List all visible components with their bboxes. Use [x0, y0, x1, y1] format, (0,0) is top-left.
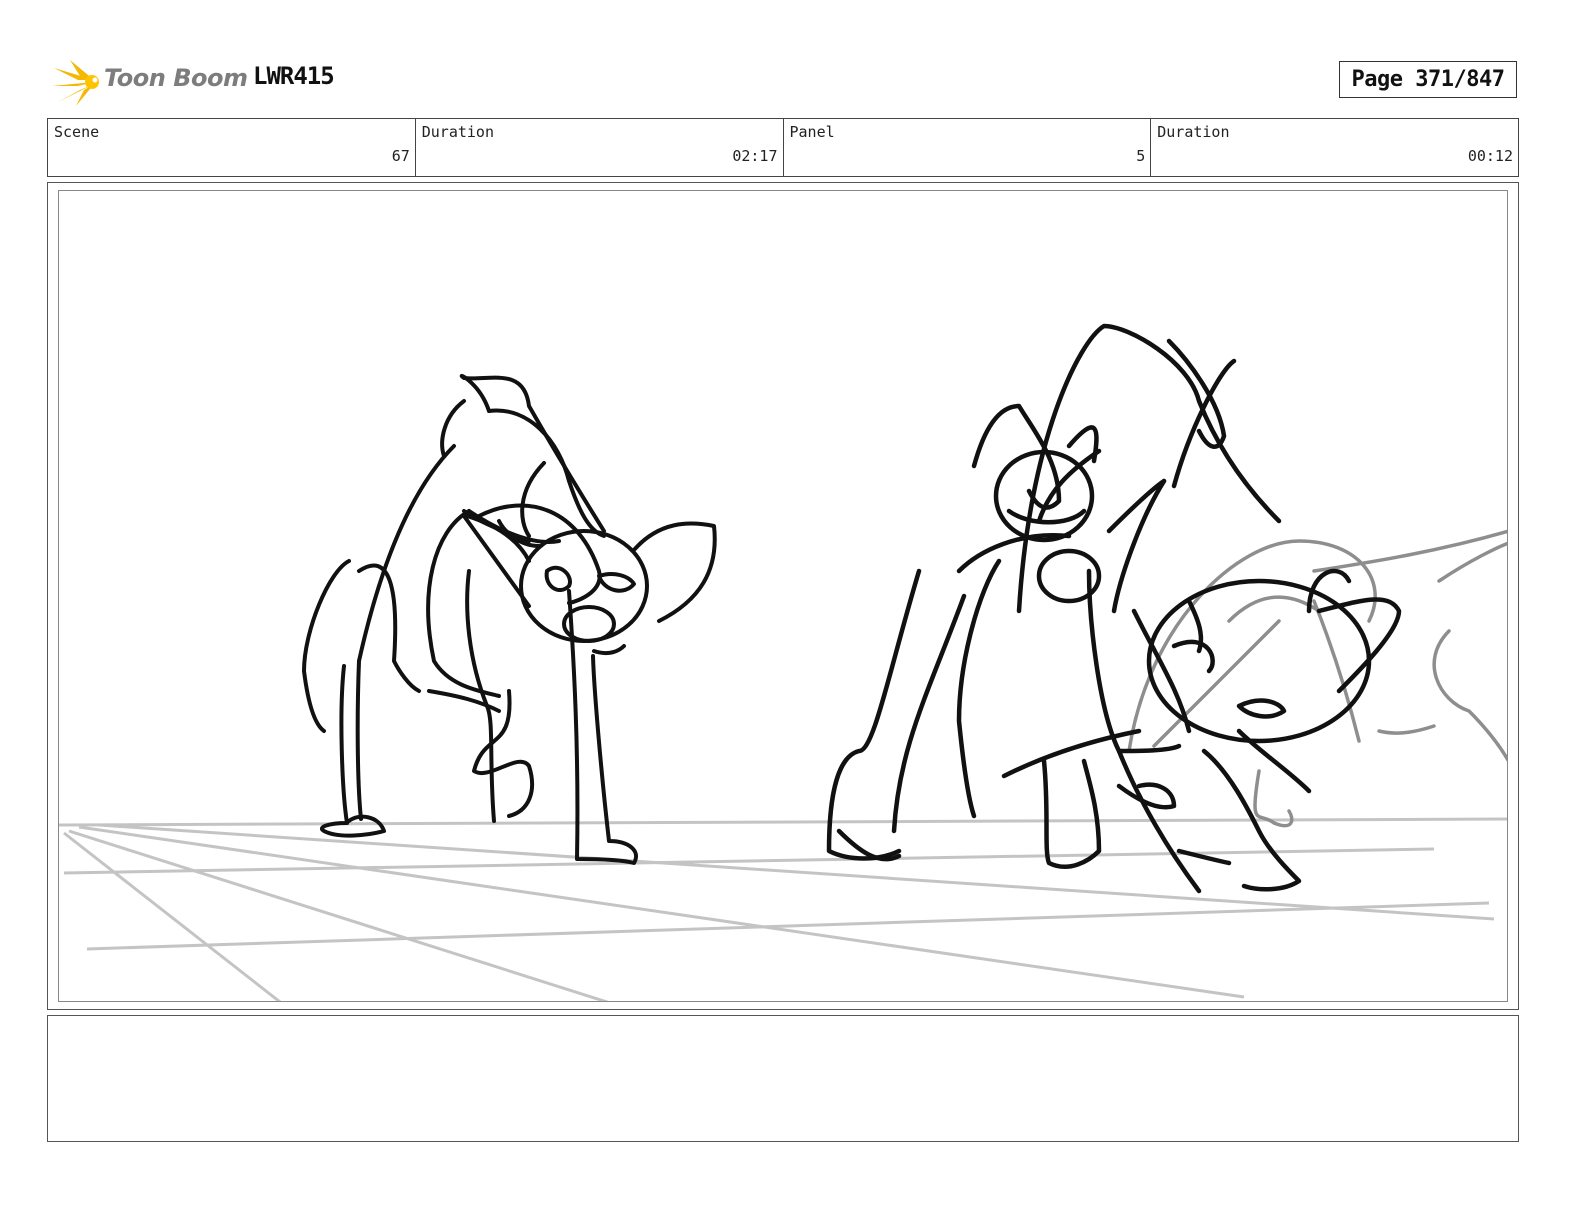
scene-value: 67	[391, 147, 410, 165]
panel-duration-cell: Duration 00:12	[1151, 119, 1518, 176]
project-code: LWR415	[253, 62, 335, 90]
panel-label: Panel	[789, 123, 835, 141]
toon-boom-logo: Toon Boom	[50, 56, 248, 108]
panel-image	[58, 190, 1508, 1002]
scene-duration-label: Duration	[421, 123, 494, 141]
starburst-icon	[52, 60, 99, 106]
info-row: Scene 67 Duration 02:17 Panel 5 Duration…	[47, 118, 1519, 177]
panel-duration-label: Duration	[1157, 123, 1230, 141]
brand-name: Toon Boom	[104, 64, 248, 92]
scene-cell: Scene 67	[48, 119, 416, 176]
scene-duration-cell: Duration 02:17	[416, 119, 784, 176]
storyboard-sketch	[59, 323, 1507, 1001]
notes-box	[47, 1015, 1519, 1142]
scene-duration-value: 02:17	[732, 147, 778, 165]
scene-label: Scene	[54, 123, 100, 141]
hyena-left-sketch	[302, 373, 717, 865]
floor-guides	[59, 817, 1507, 1001]
panel-value: 5	[1136, 147, 1146, 165]
panel-cell: Panel 5	[784, 119, 1152, 176]
panel-duration-value: 00:12	[1467, 147, 1513, 165]
page-indicator: Page 371/847	[1339, 61, 1517, 98]
hyena-background-sketch	[1127, 529, 1507, 828]
